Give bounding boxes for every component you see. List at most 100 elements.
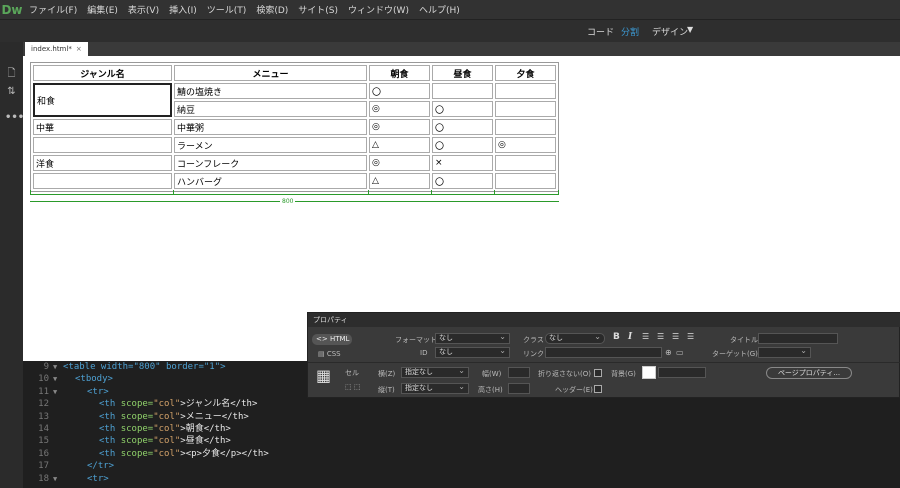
html-mode-button[interactable]: <> HTML [312,334,352,345]
italic-icon[interactable]: I [628,332,632,342]
menu-item[interactable]: ヘルプ(H) [414,3,465,16]
menu-item[interactable]: 編集(E) [82,3,123,16]
table-row: ハンバーグ △ 〇 [33,173,556,189]
menu-item[interactable]: 挿入(I) [164,3,202,16]
table-cell[interactable]: 洋食 [33,155,172,171]
table-cell[interactable] [495,173,556,189]
menu-item[interactable]: 検索(D) [251,3,293,16]
app-logo: Dw [1,2,23,17]
line-number: 14 [38,424,49,434]
guide-tick [30,190,31,195]
link-input[interactable] [545,347,662,358]
table-cell[interactable]: コーンフレーク [174,155,367,171]
table-cell[interactable]: ◎ [369,119,430,135]
table-cell[interactable] [495,101,556,117]
table-row: 中華 中華粥 ◎ 〇 [33,119,556,135]
file-icon[interactable]: 🗋 [5,68,18,80]
format-label: フォーマット [395,336,437,344]
table-cell[interactable]: ラーメン [174,137,367,153]
table-header-cell[interactable]: 朝食 [369,65,430,81]
outdent-icon[interactable]: ☰ [672,332,679,341]
table-header-cell[interactable]: メニュー [174,65,367,81]
more-icon[interactable]: ••• [5,112,24,124]
table-header-cell[interactable]: 昼食 [432,65,493,81]
table-cell[interactable]: 〇 [369,83,430,99]
table-cell[interactable]: 鯖の塩焼き [174,83,367,99]
table-cell[interactable]: 納豆 [174,101,367,117]
table-cell[interactable] [495,155,556,171]
table-cell[interactable]: ハンバーグ [174,173,367,189]
table-cell[interactable]: 中華粥 [174,119,367,135]
view-dropdown-icon[interactable]: ▼ [687,25,693,34]
height-label: 高さ(H) [478,386,503,394]
table-cell[interactable]: △ [369,137,430,153]
table-cell[interactable] [495,83,556,99]
table-header-cell[interactable]: ジャンル名 [33,65,172,81]
table-cell[interactable]: 〇 [432,101,493,117]
target-select[interactable] [758,346,811,358]
cell-label: セル [345,369,359,377]
width-input[interactable] [508,367,530,378]
table-cell[interactable]: ◎ [495,137,556,153]
header-checkbox[interactable] [594,385,602,393]
guide-tick [494,190,495,195]
table-cell[interactable] [432,83,493,99]
table-cell[interactable]: 〇 [432,173,493,189]
menu-item[interactable]: ファイル(F) [24,3,82,16]
menu-item[interactable]: サイト(S) [293,3,343,16]
bg-color-swatch[interactable] [642,366,656,379]
merge-split-icon[interactable]: ⬚ ⬚ [345,383,360,391]
id-label: ID [420,349,428,357]
fold-icon[interactable]: ▼ [53,473,57,485]
table-cell[interactable] [495,119,556,135]
indent-icon[interactable]: ☰ [687,332,694,341]
title-input[interactable] [758,333,838,344]
folder-icon[interactable]: ▭ [676,348,684,357]
fold-icon[interactable]: ▼ [53,373,57,385]
menu-table[interactable]: ジャンル名 メニュー 朝食 昼食 夕食 和食 鯖の塩焼き〇納豆 ◎ 〇中華 中華粥 ◎ 〇ラーメン △… [30,62,559,192]
table-cell[interactable]: 和食 [33,83,172,117]
fold-icon[interactable]: ▼ [53,386,57,398]
point-to-file-icon[interactable]: ⊕ [665,348,672,357]
close-icon[interactable]: × [76,42,82,56]
table-cell[interactable]: 〇 [432,137,493,153]
split-view-button[interactable]: 分割 [621,25,639,38]
table-cell-icon: ▦ [316,366,332,385]
ordered-list-icon[interactable]: ☰ [657,332,664,341]
menu-item[interactable]: ツール(T) [202,3,252,16]
horz-select[interactable]: 指定なし [401,366,469,378]
format-select[interactable]: なし [435,332,510,344]
table-cell[interactable]: 〇 [432,119,493,135]
class-select[interactable]: なし [545,332,605,344]
guide-tick [173,190,174,195]
table-cell[interactable]: ◎ [369,101,430,117]
menu-item[interactable]: ウィンドウ(W) [343,3,414,16]
table-cell[interactable]: 中華 [33,119,172,135]
table-width-label: 800 [280,198,296,205]
page-properties-button[interactable]: ページプロパティ... [766,367,852,379]
css-mode-button[interactable]: ▤ CSS [318,350,341,358]
id-select[interactable]: なし [435,346,510,358]
guide-line-top [30,194,559,195]
code-text: </tr> [87,461,115,472]
table-cell[interactable]: × [432,155,493,171]
table-cell[interactable] [33,137,172,153]
table-cell[interactable] [33,173,172,189]
height-input[interactable] [508,383,530,394]
bold-icon[interactable]: B [613,332,620,342]
unordered-list-icon[interactable]: ☰ [642,332,649,341]
class-label: クラス [523,336,544,344]
table-cell[interactable]: ◎ [369,155,430,171]
table-cell[interactable]: △ [369,173,430,189]
menu-item[interactable]: 表示(V) [123,3,164,16]
fold-icon[interactable]: ▼ [53,361,57,373]
guide-tick [431,190,432,195]
table-header-cell[interactable]: 夕食 [495,65,556,81]
code-view-button[interactable]: コード [587,25,614,38]
doc-tab-index[interactable]: index.html* × [25,42,88,56]
nowrap-checkbox[interactable] [594,369,602,377]
sort-icon[interactable]: ⇅ [5,86,18,98]
vert-select[interactable]: 指定なし [401,382,469,394]
bg-color-input[interactable] [658,367,706,378]
design-view-button[interactable]: デザイン [652,25,688,38]
